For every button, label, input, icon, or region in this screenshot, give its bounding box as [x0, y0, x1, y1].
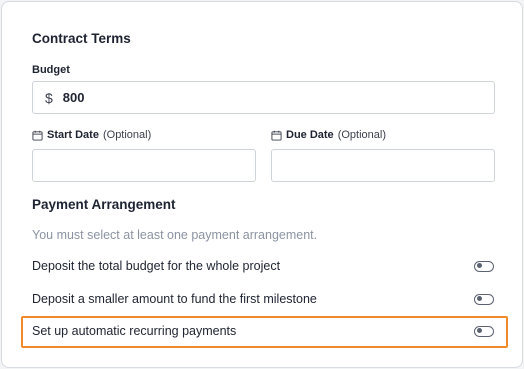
toggle-knob	[477, 296, 482, 301]
payment-helper-text: You must select at least one payment arr…	[32, 228, 318, 242]
payment-arrangement-title: Payment Arrangement	[32, 197, 176, 212]
due-date-field[interactable]	[271, 149, 495, 182]
budget-label: Budget	[32, 64, 70, 76]
toggle-knob	[477, 263, 482, 268]
toggle-switch[interactable]	[474, 260, 494, 272]
payment-option-recurring[interactable]: Set up automatic recurring payments	[32, 320, 502, 342]
calendar-icon	[271, 130, 282, 141]
due-date-label: Due Date (Optional)	[271, 129, 386, 141]
payment-option-label: Deposit the total budget for the whole p…	[32, 259, 281, 273]
contract-form-card: Contract Terms Budget $ 800 Start Date (…	[1, 1, 523, 368]
toggle-knob	[477, 328, 482, 333]
toggle-switch[interactable]	[474, 325, 494, 337]
payment-option-label: Set up automatic recurring payments	[32, 324, 237, 338]
payment-option-label: Deposit a smaller amount to fund the fir…	[32, 292, 317, 306]
start-date-label: Start Date (Optional)	[32, 129, 151, 141]
start-date-field[interactable]	[32, 149, 256, 182]
due-date-label-text: Due Date	[286, 129, 334, 141]
due-date-optional: (Optional)	[337, 129, 386, 141]
start-date-label-text: Start Date	[47, 129, 99, 141]
contract-terms-title: Contract Terms	[32, 31, 131, 46]
calendar-icon	[32, 130, 43, 141]
payment-option-first-milestone[interactable]: Deposit a smaller amount to fund the fir…	[32, 288, 502, 310]
toggle-switch[interactable]	[474, 293, 494, 305]
budget-value[interactable]: 800	[63, 90, 85, 105]
start-date-optional: (Optional)	[102, 129, 152, 141]
budget-field[interactable]: $ 800	[32, 81, 495, 114]
dollar-icon: $	[45, 89, 53, 106]
payment-option-full-budget[interactable]: Deposit the total budget for the whole p…	[32, 255, 502, 277]
